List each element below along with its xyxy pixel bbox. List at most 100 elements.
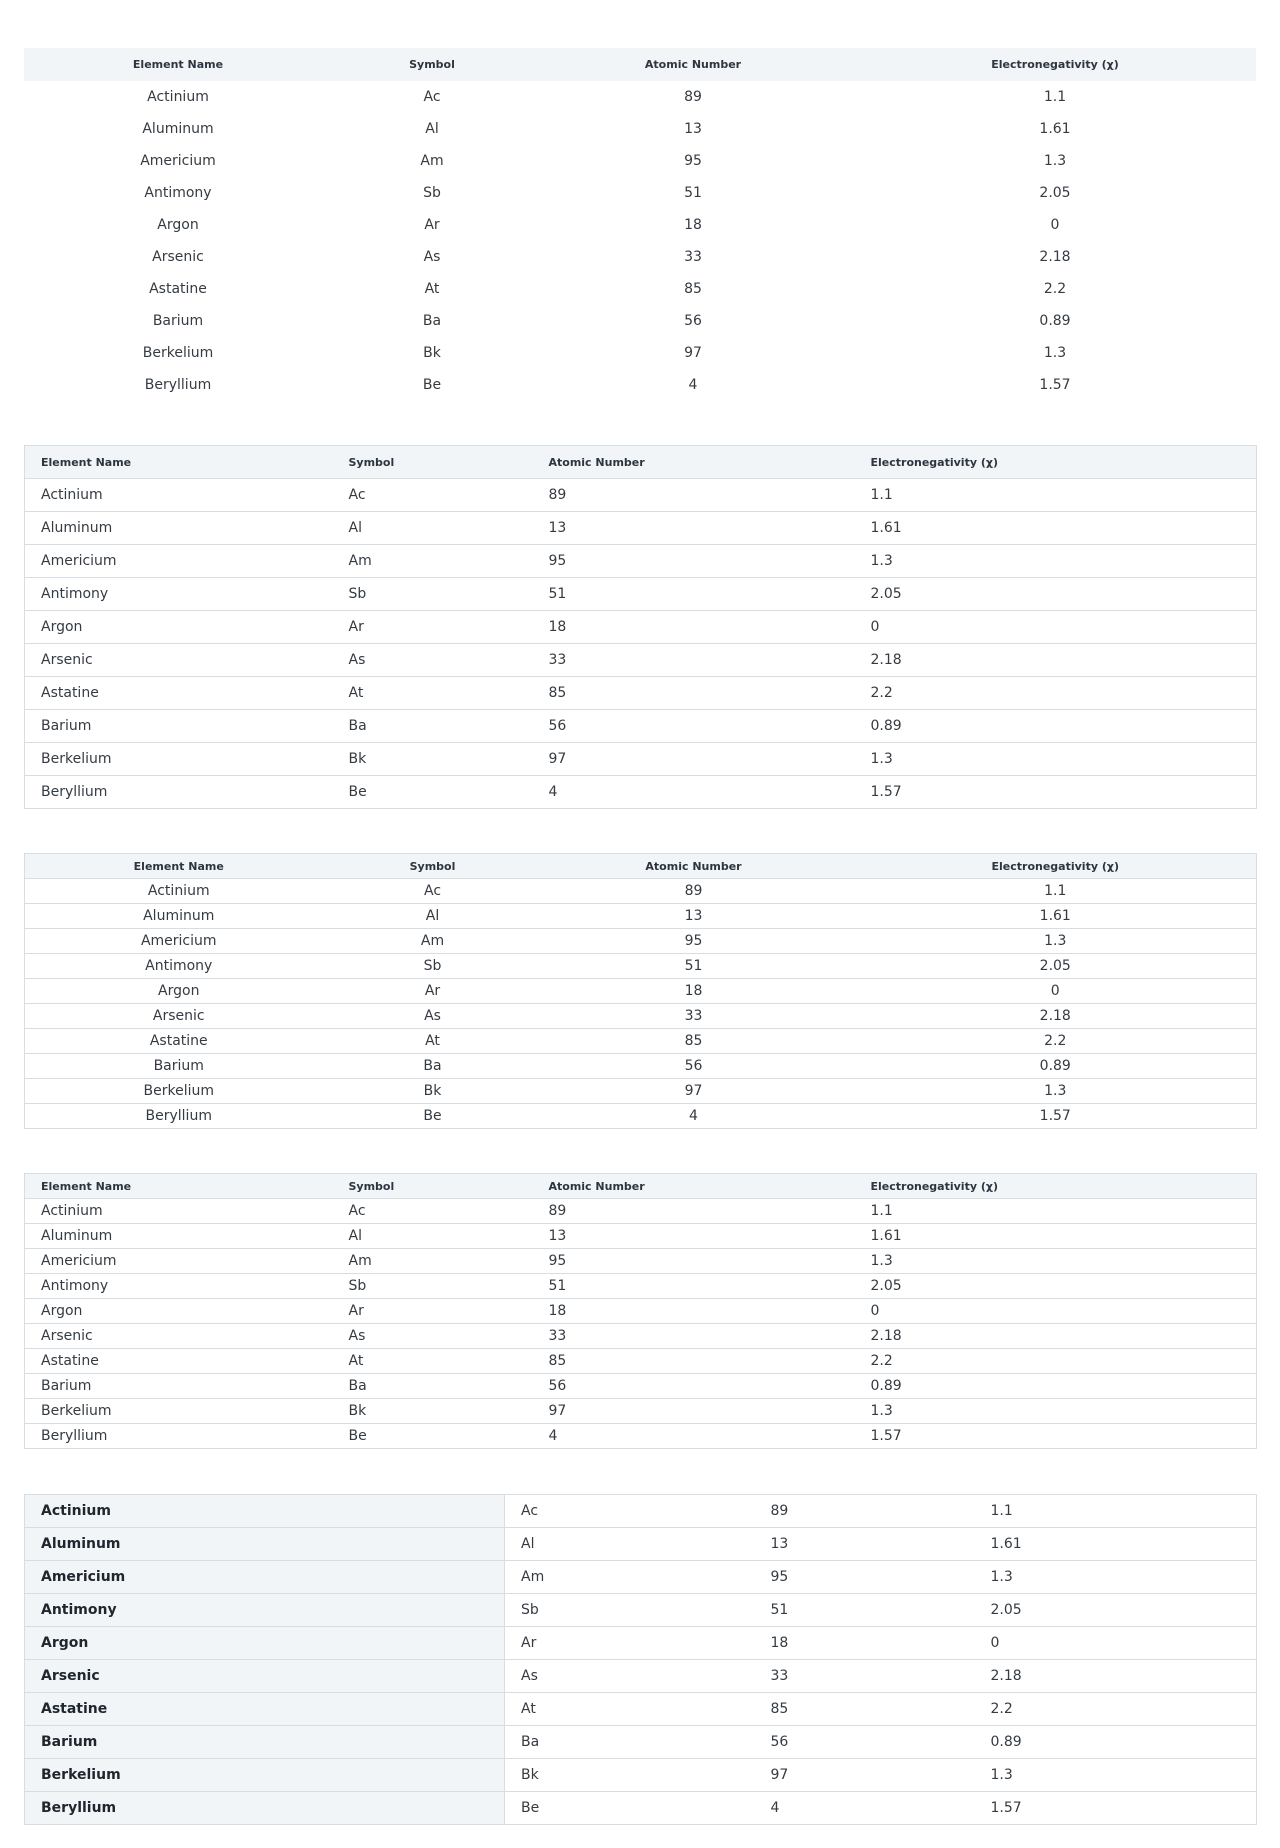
cell-symbol: Bk	[504, 1758, 755, 1792]
cell-symbol: Be	[504, 1791, 755, 1825]
table-row: Beryllium Be 4 1.57	[24, 369, 1256, 401]
table-row: Americium Am 95 1.3	[24, 145, 1256, 177]
table-row: Aluminum Al 13 1.61	[24, 511, 1257, 545]
cell-symbol: Ba	[332, 1053, 533, 1079]
cell-symbol: As	[423, 249, 441, 265]
cell-symbol: At	[332, 1348, 533, 1374]
cell-electronegativity: 0	[1050, 217, 1060, 233]
table-row: Antimony Sb 51 2.05	[24, 1593, 1257, 1627]
cell-symbol: Am	[332, 928, 533, 954]
cell-atomic-number: 97	[532, 1078, 855, 1104]
cell-electronegativity: 2.05	[1039, 185, 1071, 201]
cell-symbol: As	[332, 643, 533, 677]
cell-atomic-number: 4	[688, 377, 698, 393]
table-row: Berkelium Bk 97 1.3	[24, 1078, 1257, 1104]
cell-symbol: Al	[332, 1223, 533, 1249]
cell-atomic-number: 13	[754, 1527, 975, 1561]
cell-atomic-number: 97	[754, 1758, 975, 1792]
cell-electronegativity: 2.2	[1043, 281, 1067, 297]
cell-atomic-number: 85	[532, 1348, 855, 1374]
elements-table-compact: Element Name Symbol Atomic Number Electr…	[24, 1173, 1257, 1449]
cell-electronegativity: 1.57	[854, 1423, 1257, 1449]
header-row: Element Name Symbol Atomic Number Electr…	[24, 48, 1256, 81]
cell-atomic-number: 89	[548, 1203, 567, 1219]
cell-symbol: Ar	[332, 978, 533, 1004]
cell-atomic-number: 51	[684, 185, 702, 201]
cell-symbol: As	[504, 1659, 755, 1693]
table-row: Beryllium Be 4 1.57	[24, 775, 1257, 809]
cell-element-name: Beryllium	[24, 1423, 333, 1449]
cell-atomic-number: 95	[532, 1248, 855, 1274]
col-header-atomic-number: Atomic Number	[532, 1173, 855, 1199]
cell-atomic-number: 33	[754, 1659, 975, 1693]
cell-electronegativity: 1.3	[974, 1758, 1257, 1792]
cell-element-name: Berkelium	[24, 1078, 333, 1104]
cell-symbol: Sb	[332, 953, 533, 979]
cell-electronegativity: 1.3	[1043, 153, 1067, 169]
cell-electronegativity: 0.89	[854, 1053, 1257, 1079]
cell-electronegativity: 0	[974, 1626, 1257, 1660]
cell-element-name: Astatine	[24, 1028, 333, 1054]
table-row: Aluminum Al 13 1.61	[24, 1223, 1257, 1249]
cell-symbol: Be	[422, 377, 442, 393]
cell-element-name: Astatine	[24, 676, 333, 710]
cell-atomic-number: 4	[532, 1103, 855, 1129]
cell-atomic-number: 18	[532, 610, 855, 644]
col-header-electronegativity: Electronegativity (χ)	[854, 1173, 1257, 1199]
cell-element-name: Aluminum	[24, 1223, 333, 1249]
table-row: Americium Am 95 1.3	[24, 544, 1257, 578]
table-row: Barium Ba 56 0.89	[24, 1725, 1257, 1759]
cell-symbol: Sb	[332, 577, 533, 611]
cell-symbol: Be	[332, 1103, 533, 1129]
cell-symbol: Bk	[332, 1078, 533, 1104]
cell-electronegativity: 1.61	[1039, 121, 1071, 137]
cell-element-name: Argon	[24, 610, 333, 644]
table-row: Arsenic As 33 2.18	[24, 241, 1256, 273]
cell-symbol: Bk	[423, 345, 441, 361]
table-row: Barium Ba 56 0.89	[24, 1053, 1257, 1079]
cell-atomic-number: 95	[684, 153, 702, 169]
cell-element-name: Americium	[140, 153, 216, 169]
cell-electronegativity: 1.61	[854, 1223, 1257, 1249]
elements-table-bordered: Element Name Symbol Atomic Number Electr…	[24, 445, 1257, 809]
cell-element-name: Berkelium	[24, 742, 333, 776]
cell-symbol: Ac	[348, 1203, 366, 1219]
cell-atomic-number: 33	[532, 1003, 855, 1029]
col-header-name: Element Name	[24, 1173, 333, 1199]
cell-atomic-number: 56	[684, 313, 702, 329]
table-row: Argon Ar 18 0	[24, 1298, 1257, 1324]
cell-symbol: Bk	[332, 742, 533, 776]
header-row: Element Name Symbol Atomic Number Electr…	[24, 1173, 1257, 1199]
cell-electronegativity: 0	[854, 610, 1257, 644]
cell-electronegativity: 0.89	[1039, 313, 1071, 329]
cell-electronegativity: 2.2	[854, 1028, 1257, 1054]
cell-atomic-number: 95	[532, 544, 855, 578]
cell-element-name: Actinium	[41, 487, 103, 503]
cell-element-name: Berkelium	[24, 1398, 333, 1424]
table-row: Americium Am 95 1.3	[24, 1560, 1257, 1594]
cell-symbol: Al	[504, 1527, 755, 1561]
cell-electronegativity: 1.1	[1044, 883, 1067, 899]
cell-symbol: Ar	[332, 1298, 533, 1324]
table-row: Astatine At 85 2.2	[24, 676, 1257, 710]
table-row: Arsenic As 33 2.18	[24, 1323, 1257, 1349]
table-row: Arsenic As 33 2.18	[24, 1659, 1257, 1693]
cell-element-name: Astatine	[149, 281, 207, 297]
cell-electronegativity: 2.05	[854, 1273, 1257, 1299]
cell-atomic-number: 56	[532, 1053, 855, 1079]
cell-electronegativity: 1.3	[854, 1078, 1257, 1104]
cell-atomic-number: 95	[532, 928, 855, 954]
cell-atomic-number: 51	[754, 1593, 975, 1627]
cell-electronegativity: 2.2	[854, 1348, 1257, 1374]
table-row: Actinium Ac 89 1.1	[24, 1494, 1257, 1528]
cell-symbol: Am	[504, 1560, 755, 1594]
table-row: Argon Ar 18 0	[24, 978, 1257, 1004]
cell-electronegativity: 2.2	[854, 676, 1257, 710]
cell-element-name: Berkelium	[24, 1758, 505, 1792]
cell-element-name: Arsenic	[24, 643, 333, 677]
cell-electronegativity: 1.1	[870, 1203, 893, 1219]
table-row: Astatine At 85 2.2	[24, 273, 1256, 305]
table-row: Aluminum Al 13 1.61	[24, 1527, 1257, 1561]
cell-atomic-number: 97	[532, 742, 855, 776]
cell-symbol: Be	[332, 1423, 533, 1449]
